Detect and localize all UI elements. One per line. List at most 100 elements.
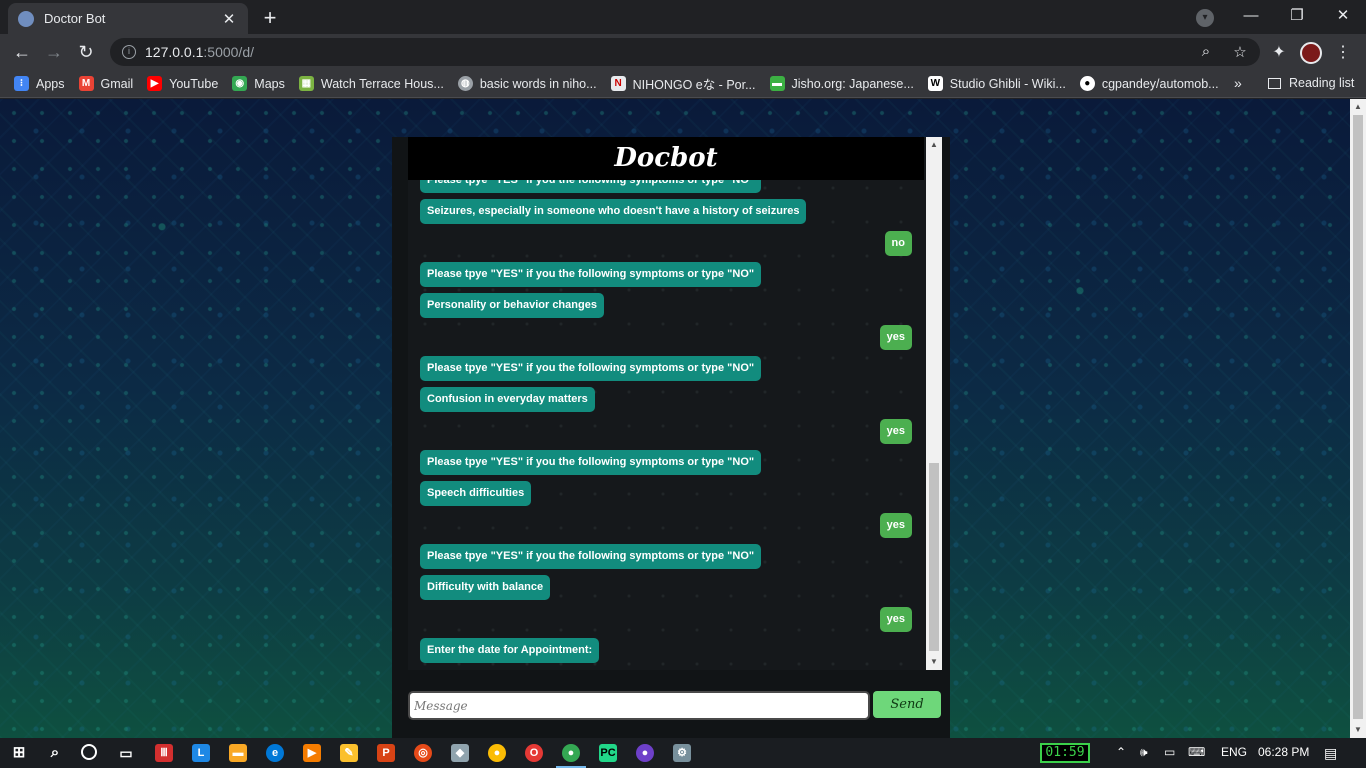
chat-scrollbar-thumb[interactable] <box>929 463 939 651</box>
github-icon: ● <box>1079 76 1095 91</box>
bookmarks-bar: ⁝ Apps M Gmail ▶ YouTube ◉ Maps ▦ Watch Terra… <box>0 70 1366 98</box>
bookmark-star-icon[interactable]: ☆ <box>1230 43 1250 61</box>
scroll-up-icon[interactable]: ▲ <box>1350 99 1366 115</box>
close-window-button[interactable]: ✕ <box>1320 4 1366 28</box>
page-scrollbar[interactable]: ▲ ▼ <box>1350 99 1366 738</box>
bookmark-nihongo-words[interactable]: ◍ basic words in niho... <box>457 76 597 91</box>
bookmark-terrace-house[interactable]: ▦ Watch Terrace Hous... <box>298 76 444 91</box>
github-desktop-icon[interactable]: ● <box>636 744 654 762</box>
wikipedia-icon: W <box>927 76 943 91</box>
powerpoint-icon[interactable]: P <box>377 744 395 762</box>
new-tab-button[interactable]: + <box>258 5 282 31</box>
bot-message: Please tpye "YES" if you the following s… <box>420 544 762 569</box>
ubuntu-icon[interactable]: ◎ <box>414 744 432 762</box>
globe-icon <box>18 10 34 27</box>
chat-title: Docbot <box>408 137 924 180</box>
tab-strip: Doctor Bot ✕ + ▾ — ❐ ✕ <box>0 0 1366 34</box>
volume-icon[interactable]: 🕪 <box>1140 745 1148 760</box>
gmail-icon: M <box>78 76 94 91</box>
chrome-icon[interactable]: ● <box>488 744 506 762</box>
task-view-icon[interactable]: ▭ <box>117 744 135 762</box>
windows-start-icon[interactable]: ⊞ <box>10 744 28 762</box>
reload-icon[interactable]: ↻ <box>74 40 98 64</box>
user-message: no <box>884 231 912 256</box>
user-message: yes <box>879 513 912 538</box>
app-icon[interactable]: ◆ <box>451 744 469 762</box>
bookmark-maps[interactable]: ◉ Maps <box>232 76 285 91</box>
chat-messages[interactable]: Please tpye "YES" if you the following s… <box>408 137 942 670</box>
pycharm-icon[interactable]: PC <box>599 744 617 762</box>
bookmark-apps[interactable]: ⁝ Apps <box>14 76 65 91</box>
bot-message: Enter the date for Appointment: <box>420 638 600 663</box>
bot-message: Difficulty with balance <box>420 575 551 600</box>
bookmark-nihongo-portal[interactable]: N NIHONGO eな - Por... <box>610 74 756 93</box>
app-icon[interactable]: L <box>192 744 210 762</box>
bookmark-studio-ghibli[interactable]: W Studio Ghibli - Wiki... <box>927 76 1066 91</box>
site-icon: ▬ <box>769 76 785 91</box>
more-bookmarks-icon[interactable]: » <box>1234 75 1242 91</box>
bot-message: Seizures, especially in someone who does… <box>420 199 807 224</box>
forward-icon[interactable]: → <box>42 40 66 64</box>
scroll-down-icon[interactable]: ▼ <box>926 654 942 670</box>
message-composer: Send <box>408 691 942 721</box>
scroll-up-icon[interactable]: ▲ <box>926 137 942 153</box>
system-clock[interactable]: 06:28 PM <box>1258 745 1309 759</box>
page-background: Please tpye "YES" if you the following s… <box>0 99 1350 738</box>
apps-icon: ⁝ <box>14 76 29 91</box>
chrome-icon[interactable]: ● <box>562 744 580 762</box>
search-icon[interactable]: ⌕ <box>46 744 64 762</box>
chevron-up-icon[interactable]: ⌃ <box>1116 745 1126 759</box>
browser-toolbar: ← → ↻ i 127.0.0.1:5000/d/ ⌕ ☆ ✦ ⋮ <box>0 34 1366 70</box>
battery-icon[interactable]: ▭ <box>1164 745 1175 759</box>
bot-message: Confusion in everyday matters <box>420 387 595 412</box>
page-scrollbar-thumb[interactable] <box>1353 115 1363 719</box>
bookmark-youtube[interactable]: ▶ YouTube <box>147 76 218 91</box>
app-icon[interactable]: Ⅲ <box>155 744 173 762</box>
scroll-down-icon[interactable]: ▼ <box>1350 722 1366 738</box>
bot-message: Please tpye "YES" if you the following s… <box>420 450 762 475</box>
profile-avatar[interactable] <box>1300 42 1322 64</box>
info-icon[interactable]: i <box>122 45 136 59</box>
minimize-button[interactable]: — <box>1228 4 1274 28</box>
media-player-icon[interactable]: ▶ <box>303 744 321 762</box>
back-icon[interactable]: ← <box>10 40 34 64</box>
url-host: 127.0.0.1 <box>145 44 204 60</box>
send-button[interactable]: Send <box>873 691 941 718</box>
file-explorer-icon[interactable]: ▬ <box>229 744 247 762</box>
timer-display: 01:59 <box>1040 743 1090 763</box>
address-bar[interactable]: i 127.0.0.1:5000/d/ ⌕ ☆ <box>110 38 1260 66</box>
bookmark-gmail[interactable]: M Gmail <box>78 76 133 91</box>
bookmark-jisho[interactable]: ▬ Jisho.org: Japanese... <box>769 76 914 91</box>
tab-doctor-bot[interactable]: Doctor Bot ✕ <box>8 3 248 34</box>
bot-message: Please tpye "YES" if you the following s… <box>420 262 762 287</box>
site-icon: ▦ <box>298 76 314 91</box>
maps-icon: ◉ <box>232 76 248 91</box>
language-indicator[interactable]: ENG <box>1221 745 1247 759</box>
user-message: yes <box>879 325 912 350</box>
cortana-icon[interactable] <box>81 744 97 760</box>
keyboard-icon[interactable]: ⌨ <box>1188 745 1205 759</box>
notes-icon[interactable]: ✎ <box>340 744 358 762</box>
tab-search-icon[interactable]: ▾ <box>1196 9 1214 27</box>
edge-icon[interactable]: e <box>266 744 284 762</box>
opera-icon[interactable]: O <box>525 744 543 762</box>
menu-icon[interactable]: ⋮ <box>1332 42 1354 62</box>
bot-message: Speech difficulties <box>420 481 532 506</box>
url-path: :5000/d/ <box>203 44 254 60</box>
user-message: yes <box>879 607 912 632</box>
chat-scrollbar[interactable]: ▲ ▼ <box>926 137 942 670</box>
chat-container: Please tpye "YES" if you the following s… <box>392 137 950 738</box>
close-tab-icon[interactable]: ✕ <box>220 10 238 28</box>
bot-message: Personality or behavior changes <box>420 293 604 318</box>
bot-message: Please tpye "YES" if you the following s… <box>420 356 762 381</box>
tab-title: Doctor Bot <box>44 11 106 26</box>
message-input[interactable] <box>408 691 870 720</box>
zoom-icon[interactable]: ⌕ <box>1196 43 1216 60</box>
reading-list-button[interactable]: Reading list <box>1268 76 1354 90</box>
restore-button[interactable]: ❐ <box>1274 4 1320 28</box>
extensions-icon[interactable]: ✦ <box>1268 42 1290 62</box>
app-icon[interactable]: ⚙ <box>673 744 691 762</box>
youtube-icon: ▶ <box>147 76 163 91</box>
notifications-icon[interactable]: ▤ <box>1324 745 1337 762</box>
bookmark-github[interactable]: ● cgpandey/automob... <box>1079 76 1219 91</box>
